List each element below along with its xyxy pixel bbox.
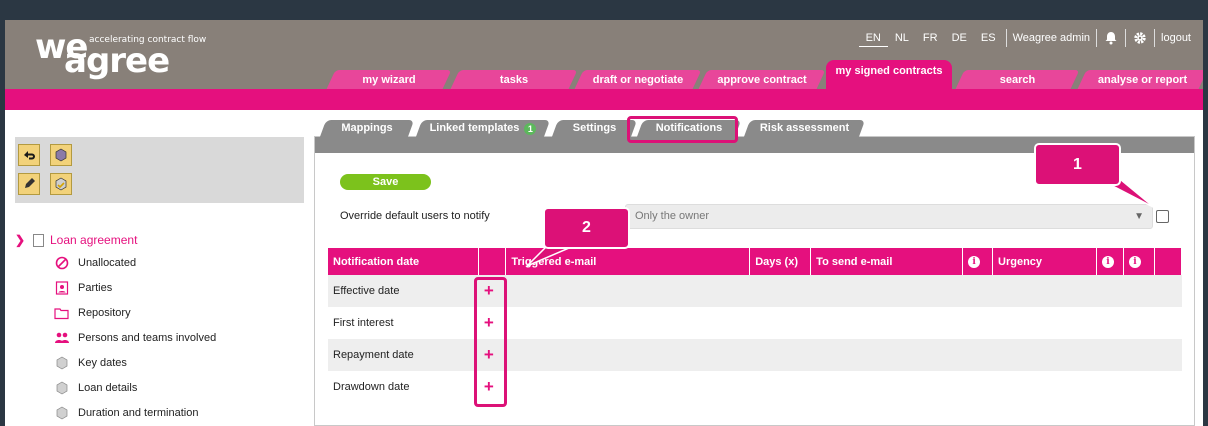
app-window: we accelerating contract flow agree EN N… <box>5 20 1203 426</box>
callout-badge-2: 2 <box>543 207 630 249</box>
callout-badge-1: 1 <box>1034 143 1121 186</box>
